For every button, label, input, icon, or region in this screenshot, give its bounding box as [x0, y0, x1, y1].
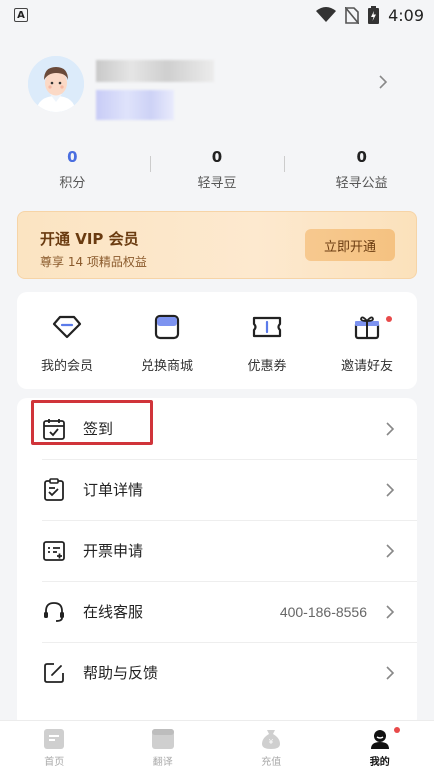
- menu-label: 在线客服: [83, 603, 144, 621]
- diamond-icon: [52, 312, 82, 342]
- quick-exchange-store[interactable]: 兑换商城: [117, 292, 217, 389]
- a-letter-icon: A: [14, 8, 28, 22]
- tab-label: 翻译: [152, 757, 173, 768]
- svg-text:¥: ¥: [269, 738, 274, 746]
- menu-item-customer-service[interactable]: 在线客服 400-186-8556: [17, 581, 417, 642]
- stat-value: 0: [356, 148, 367, 166]
- tab-recharge[interactable]: ¥ 充值: [217, 721, 326, 773]
- no-sim-icon: [345, 6, 360, 24]
- headset-icon: [42, 600, 66, 624]
- money-bag-icon: ¥: [262, 730, 281, 749]
- stat-points[interactable]: 0 积分: [0, 140, 145, 220]
- tab-home[interactable]: 首页: [0, 721, 109, 773]
- menu-item-checkin[interactable]: 签到: [17, 398, 417, 459]
- quick-label: 我的会员: [40, 359, 93, 374]
- profile-header[interactable]: [0, 30, 434, 140]
- vip-banner[interactable]: 开通 VIP 会员 尊享 14 项精品权益 立即开通: [17, 211, 417, 279]
- quick-coupons[interactable]: 优惠券: [217, 292, 317, 389]
- battery-charging-icon: [368, 6, 380, 24]
- chevron-right-icon: [386, 543, 395, 558]
- menu-item-help-feedback[interactable]: 帮助与反馈: [17, 642, 417, 703]
- divider: [284, 156, 285, 172]
- stats-row: 0 积分 0 轻寻豆 0 轻寻公益: [0, 140, 434, 220]
- translate-folder-icon: [151, 729, 174, 749]
- service-phone[interactable]: 400-186-8556: [280, 604, 367, 620]
- invoice-icon: [42, 539, 66, 563]
- stat-label: 轻寻豆: [197, 176, 237, 191]
- menu-label: 帮助与反馈: [83, 664, 159, 682]
- menu-item-invoice[interactable]: 开票申请: [17, 520, 417, 581]
- quick-label: 兑换商城: [140, 359, 193, 374]
- clock: 4:09: [388, 5, 424, 25]
- clipboard-check-icon: [42, 477, 66, 502]
- chevron-right-icon: [386, 421, 395, 436]
- vip-title: 开通 VIP 会员: [40, 230, 139, 248]
- chevron-right-icon: [386, 482, 395, 497]
- store-icon: [152, 312, 182, 342]
- tab-label: 充值: [261, 757, 282, 768]
- menu-list: 签到 订单详情 开票申请 在线客服 400-186-8556 帮助与反馈: [17, 398, 417, 728]
- avatar-icon[interactable]: [28, 56, 84, 112]
- home-doc-icon: [44, 729, 65, 749]
- notification-dot: [386, 316, 392, 322]
- menu-label: 订单详情: [83, 481, 144, 499]
- coupon-icon: [252, 312, 282, 342]
- bottom-tab-bar: 首页 翻译 ¥ 充值 我的: [0, 720, 434, 773]
- blurred-user-id: [96, 90, 174, 120]
- notification-dot: [393, 727, 400, 733]
- tab-label: 首页: [44, 757, 65, 768]
- stat-beans[interactable]: 0 轻寻豆: [145, 140, 290, 220]
- stat-value: 0: [67, 148, 78, 166]
- stat-label: 轻寻公益: [335, 176, 388, 191]
- chevron-right-icon: [386, 665, 395, 680]
- tab-translate[interactable]: 翻译: [109, 721, 218, 773]
- calendar-check-icon: [42, 417, 66, 441]
- tab-mine[interactable]: 我的: [326, 721, 434, 773]
- vip-subtitle: 尊享 14 项精品权益: [40, 255, 147, 269]
- open-vip-button[interactable]: 立即开通: [305, 229, 395, 261]
- chevron-right-icon[interactable]: [378, 74, 388, 90]
- menu-label: 签到: [83, 420, 114, 438]
- quick-invite-friends[interactable]: 邀请好友: [317, 292, 417, 389]
- edit-feedback-icon: [42, 661, 66, 685]
- quick-label: 邀请好友: [340, 359, 393, 374]
- menu-label: 开票申请: [83, 542, 144, 560]
- chevron-right-icon: [386, 604, 395, 619]
- stat-charity[interactable]: 0 轻寻公益: [289, 140, 434, 220]
- tab-label: 我的: [369, 757, 390, 768]
- stat-label: 积分: [59, 176, 86, 191]
- gift-icon: [352, 312, 382, 342]
- quick-actions: 我的会员 兑换商城 优惠券 邀请好友: [17, 292, 417, 389]
- menu-item-orders[interactable]: 订单详情: [17, 459, 417, 520]
- divider: [150, 156, 151, 172]
- profile-icon: [370, 730, 389, 749]
- stat-value: 0: [211, 148, 223, 166]
- quick-my-membership[interactable]: 我的会员: [17, 292, 117, 389]
- status-bar: A 4:09: [0, 0, 434, 30]
- blurred-username: [96, 60, 214, 82]
- wifi-icon: [316, 7, 337, 22]
- quick-label: 优惠券: [247, 359, 287, 374]
